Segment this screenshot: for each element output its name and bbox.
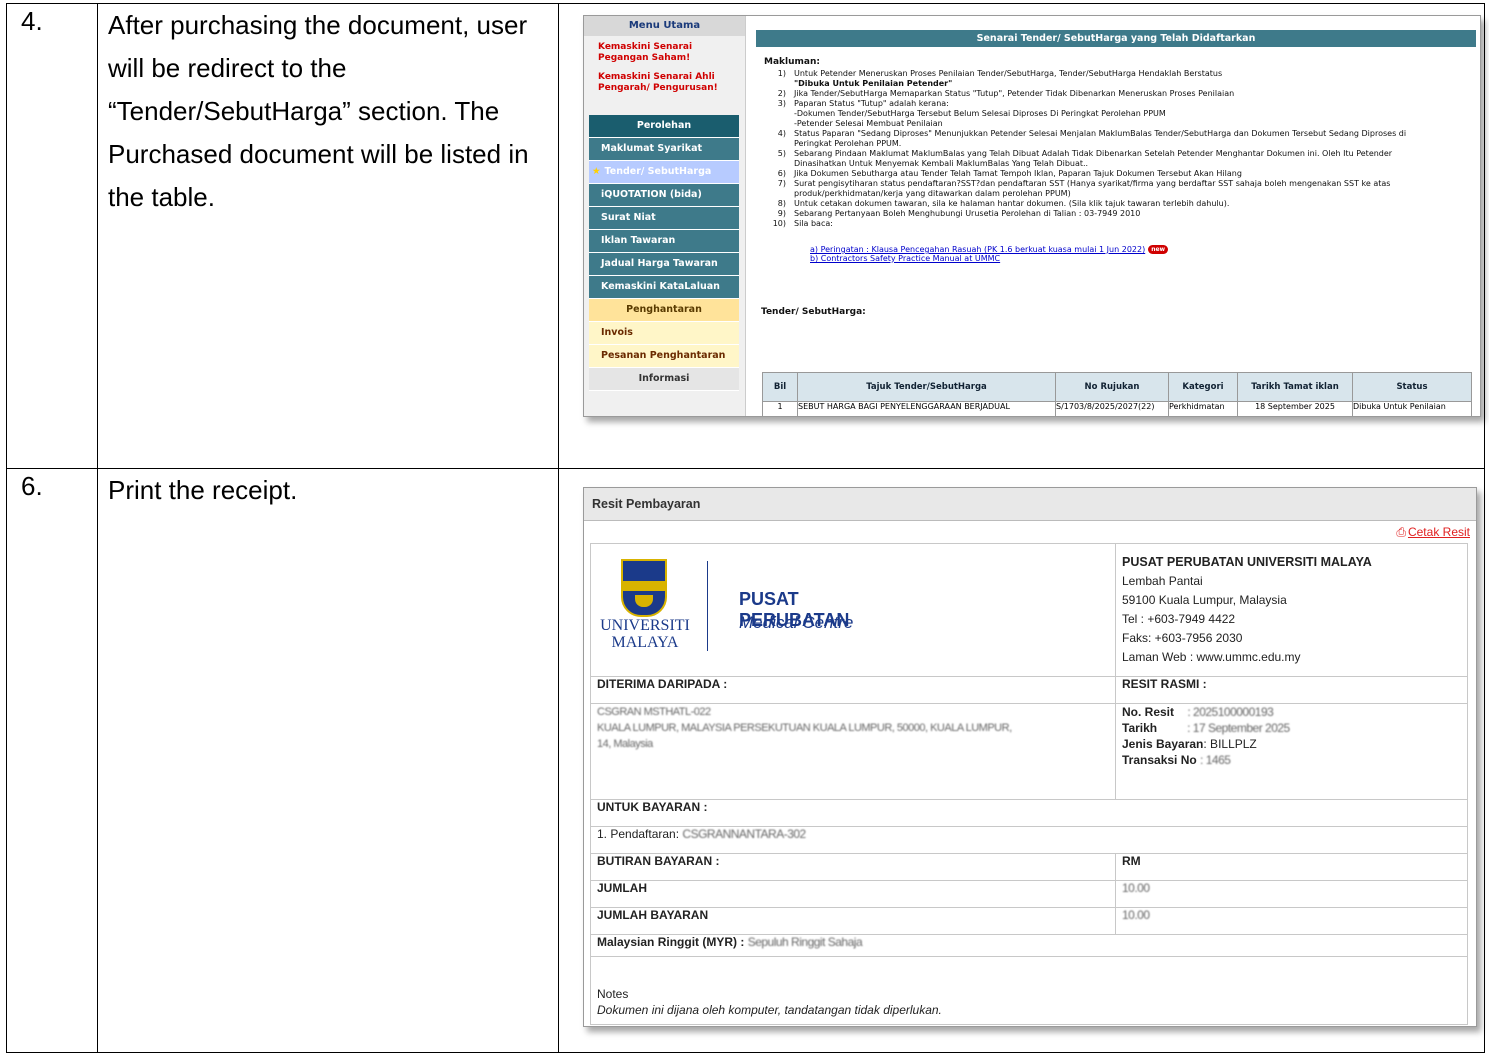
receipt-info: No. Resit : 2025100000193 Tarikh : 17 Se… [1115,703,1468,800]
step-text: After purchasing the document, user will… [97,3,559,469]
table-cell: 1 [762,401,798,416]
table-cell: S/1703/8/2025/2027(22) [1055,401,1169,416]
list-item: 7) Surat pengisytiharan status pendaftara… [777,179,1391,198]
page-banner: Senarai Tender/ SebutHarga yang Telah Di… [756,30,1476,47]
tender-table: Bil Tajuk Tender/SebutHarga No Rujukan K… [762,372,1472,416]
screenshot-cell: Menu Utama Kemaskini Senarai Pegangan Sa… [558,3,1485,469]
sidebar-item-katalaluan[interactable]: Kemaskini KataLaluan [589,276,739,299]
sidebar-item-maklumat[interactable]: Maklumat Syarikat [589,138,739,161]
diterima-label: DITERIMA DARIPADA : [590,676,1116,704]
sidebar-item-jadual[interactable]: Jadual Harga Tawaran [589,253,739,276]
step-number: 6. [6,468,98,1053]
myr-row: Malaysian Ringgit (MYR) : Sepuluh Ringgi… [590,934,1468,957]
col-header: Status [1352,372,1472,402]
logo-text: UNIVERSITI MALAYA [600,617,690,651]
sidebar-item-tender[interactable]: ★ Tender/ SebutHarga [589,161,739,184]
col-header: Tajuk Tender/SebutHarga [797,372,1056,402]
list-item: 8) Untuk cetakan dokumen tawaran, sila ke… [777,199,1230,208]
list-item: 4) Status Paparan "Sedang Diproses" Menun… [777,129,1407,148]
untuk-bayaran-label: UNTUK BAYARAN : [590,799,1468,827]
table-cell: 18 September 2025 [1237,401,1353,416]
notes-section: Notes Dokumen ini dijana oleh komputer, … [590,956,1468,1025]
sidebar-item-label: Tender/ SebutHarga [604,166,712,177]
table-row[interactable]: 1 SEBUT HARGA BAGI PENYELENGGARAAN BERJA… [762,401,1472,416]
makluman-label: Makluman: [764,57,820,67]
list-item: 1) Untuk Petender Meneruskan Proses Penil… [777,69,1223,88]
nav-header-penghantaran: Penghantaran [589,299,739,322]
alert-link-saham[interactable]: Kemaskini Senarai Pegangan Saham! [584,42,708,64]
step-row-6: 6. Print the receipt. Resit Pembayaran ⎙… [6,468,1485,1053]
print-receipt-button[interactable]: ⎙ Cetak Resit [584,521,1476,543]
sidebar-item-iklan[interactable]: Iklan Tawaran [589,230,739,253]
logo-divider [707,561,708,651]
col-header: No Rujukan [1055,372,1169,402]
list-item: 10) Sila baca: [772,219,833,228]
col-header: Tarikh Tamat iklan [1237,372,1353,402]
list-item: 6) Jika Dokumen Sebutharga atau Tender Te… [777,169,1242,178]
rasuah-link[interactable]: a) Peringatan : Klausa Pencegahan Rasuah… [810,245,1145,254]
tender-list-screenshot: Menu Utama Kemaskini Senarai Pegangan Sa… [583,15,1481,417]
safety-manual-link[interactable]: b) Contractors Safety Practice Manual at… [810,254,1000,263]
sidebar-item-iquotation[interactable]: iQUOTATION (bida) [589,184,739,207]
sidebar-item-invois[interactable]: Invois [589,322,739,345]
list-item: 3) Paparan Status "Tutup" adalah kerana: -… [777,99,1166,128]
tender-heading: Tender/ SebutHarga: [761,307,866,317]
receipt-screenshot: Resit Pembayaran ⎙ Cetak Resit UNIVERSITI… [583,487,1477,1027]
payer-details: CSGRAN MSTHATL-022 KUALA LUMPUR, MALAYSI… [590,703,1116,800]
instruction-table: 4. After purchasing the document, user w… [6,3,1485,1053]
butiran-label: BUTIRAN BAYARAN : [590,853,1116,881]
main-content: Senarai Tender/ SebutHarga yang Telah Di… [754,30,1476,317]
list-item: 5) Sebarang Pindaan Maklumat MaklumBalas … [777,149,1393,168]
reading-links: a) Peringatan : Klausa Pencegahan Rasuah… [810,245,1476,263]
jumlah-value: 10.00 [1115,880,1468,908]
pendaftaran-row: 1. Pendaftaran: CSGRANNANTARA-302 [590,826,1468,854]
step-text: Print the receipt. [97,468,559,1053]
jumlah-label: JUMLAH [590,880,1116,908]
logo-cell: UNIVERSITI MALAYA PUSAT PERUBATAN Medical… [590,543,1116,677]
rm-label: RM [1115,853,1468,881]
status-badge: Dibuka Untuk Penilaian [1352,401,1472,416]
org-address: PUSAT PERUBATAN UNIVERSITI MALAYA Lembah… [1115,543,1468,677]
receipt-title: Resit Pembayaran [584,488,1476,521]
sidebar-nav: Perolehan Maklumat Syarikat ★ Tender/ Seb… [589,115,739,391]
print-label: Cetak Resit [1407,525,1470,539]
receipt-body: UNIVERSITI MALAYA PUSAT PERUBATAN Medical… [590,543,1468,1025]
ummc-logo: UNIVERSITI MALAYA PUSAT PERUBATAN Medical… [597,555,887,665]
jumlah-bayaran-label: JUMLAH BAYARAN [590,907,1116,935]
crest-icon [621,559,667,617]
nav-header-informasi: Informasi [589,368,739,391]
col-header: Bil [762,372,798,402]
star-icon: ★ [592,166,601,177]
menu-title: Menu Utama [584,16,745,36]
printer-icon: ⎙ [1396,525,1406,539]
alert-link-pengarah[interactable]: Kemaskini Senarai Ahli Pengarah/ Penguru… [584,72,728,94]
tender-title-link[interactable]: SEBUT HARGA BAGI PENYELENGGARAAN BERJADU… [797,401,1056,416]
sidebar-item-pesanan[interactable]: Pesanan Penghantaran [589,345,739,368]
notes-list: 1) Untuk Petender Meneruskan Proses Penil… [766,69,1476,229]
screenshot-cell: Resit Pembayaran ⎙ Cetak Resit UNIVERSITI… [558,468,1485,1053]
sidebar: Menu Utama Kemaskini Senarai Pegangan Sa… [584,16,746,416]
step-number: 4. [6,3,98,469]
new-badge-icon: new [1148,245,1169,254]
logo-subtitle: Medical Centre [739,613,854,632]
step-row-4: 4. After purchasing the document, user w… [6,3,1485,469]
col-header: Kategori [1168,372,1238,402]
list-item: 9) Sebarang Pertanyaan Boleh Menghubungi … [777,209,1141,218]
table-cell: Perkhidmatan [1168,401,1238,416]
resit-rasmi-label: RESIT RASMI : [1115,676,1468,704]
jumlah-bayaran-value: 10.00 [1115,907,1468,935]
list-item: 2) Jika Tender/SebutHarga Memaparkan Stat… [777,89,1235,98]
sidebar-item-surat-niat[interactable]: Surat Niat [589,207,739,230]
nav-header-perolehan: Perolehan [589,115,739,138]
